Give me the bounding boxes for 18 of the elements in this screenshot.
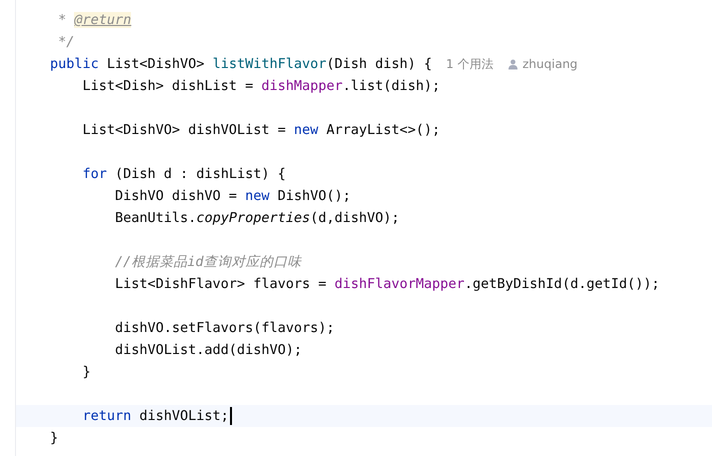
- code-line: for (Dish d : dishList) {: [82, 165, 286, 183]
- user-icon: [508, 58, 518, 70]
- code-line: dishVOList.add(dishVO);: [114, 341, 302, 359]
- code-line: DishVO dishVO = new DishVO();: [114, 187, 351, 205]
- code-line: * @return: [57, 11, 132, 29]
- usage-hint[interactable]: 1 个用法: [446, 56, 494, 72]
- author-hint[interactable]: zhuqiang: [522, 57, 578, 71]
- code-line: List<DishVO> dishVOList = new ArrayList<>();: [82, 121, 440, 139]
- code-line: List<Dish> dishList = dishMapper.list(dish);: [82, 77, 440, 95]
- code-line: return dishVOList;: [82, 407, 229, 425]
- code-line: }: [50, 429, 58, 447]
- code-line: List<DishFlavor> flavors = dishFlavorMapper.getByDishId(d.getId());: [114, 275, 660, 293]
- code-line: BeanUtils.copyProperties(d,dishVO);: [114, 209, 400, 227]
- code-line: }: [82, 363, 91, 381]
- code-line: public List<DishVO> listWithFlavor(Dish dish) {: [50, 55, 432, 73]
- code-comment: //根据菜品id查询对应的口味: [114, 253, 302, 271]
- code-comment: */: [57, 33, 74, 51]
- code-line: dishVO.setFlavors(flavors);: [114, 319, 334, 337]
